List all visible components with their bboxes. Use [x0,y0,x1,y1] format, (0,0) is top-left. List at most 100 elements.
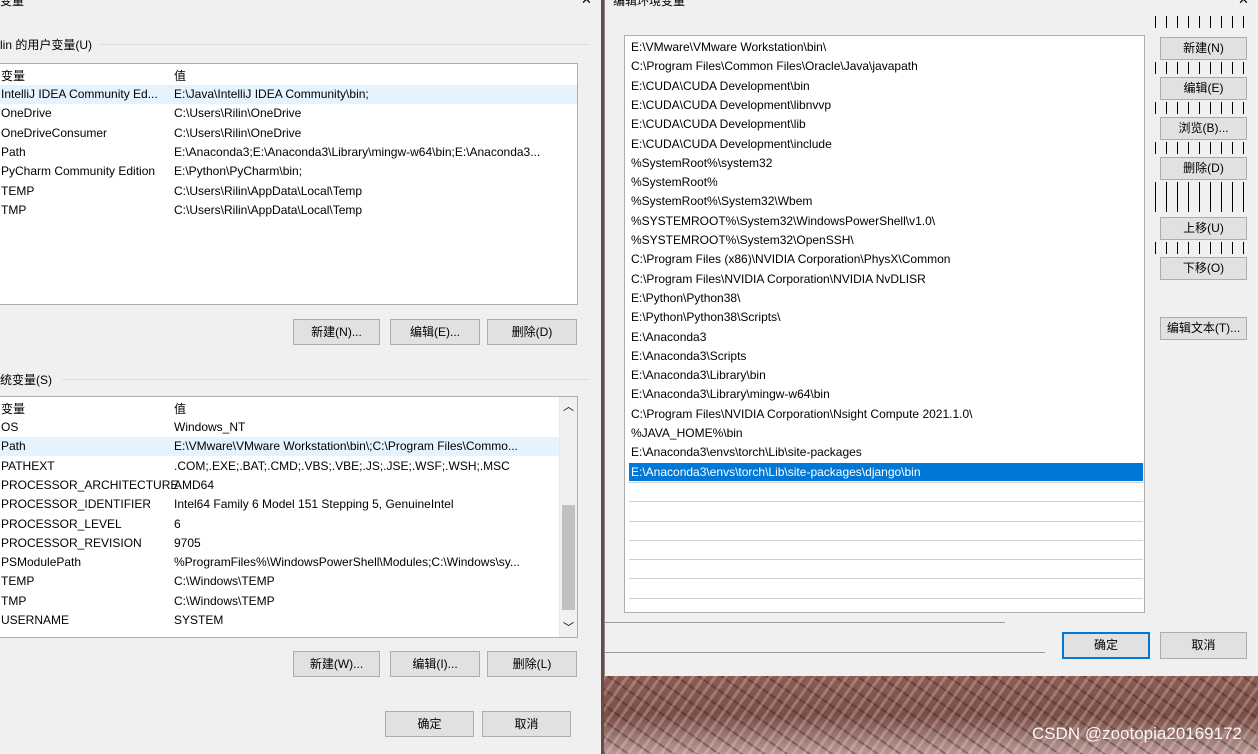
column-header-variable[interactable]: 变量 [1,67,25,84]
table-row[interactable]: PATHEXT .COM;.EXE;.BAT;.CMD;.VBS;.VBE;.JS… [0,457,559,476]
vertical-scrollbar[interactable]: ︿ ﹀ [559,397,577,637]
path-list-item[interactable]: E:\CUDA\CUDA Development\lib [629,115,1143,133]
table-row[interactable]: PROCESSOR_IDENTIFIER Intel64 Family 6 Mod… [0,495,559,514]
move-up-button[interactable]: 上移(U) [1160,217,1247,240]
variable-value-cell: C:\Users\Rilin\AppData\Local\Temp [174,202,363,217]
group-divider [100,44,590,45]
browse-button[interactable]: 浏览(B)... [1160,117,1247,140]
ok-button[interactable]: 确定 [385,711,474,737]
cancel-button[interactable]: 取消 [482,711,571,737]
scrollbar-thumb[interactable] [562,505,575,610]
path-list-item[interactable]: E:\Anaconda3\Library\bin [629,366,1143,384]
delete-path-button[interactable]: 删除(D) [1160,157,1247,180]
path-list-item[interactable]: %JAVA_HOME%\bin [629,424,1143,442]
path-list-item[interactable]: E:\Anaconda3\envs\torch\Lib\site-package… [629,443,1143,461]
path-list-item[interactable]: E:\Python\Python38\ [629,289,1143,307]
background-pattern [1155,16,1251,28]
ok-button[interactable]: 确定 [1062,632,1150,659]
background-pattern [1155,62,1251,74]
variable-name-cell: TMP [1,593,27,608]
path-list-item[interactable]: E:\Anaconda3\envs\torch\Lib\site-package… [629,462,1143,481]
variable-value-cell: C:\Users\Rilin\AppData\Local\Temp [174,183,363,198]
path-list-item[interactable]: E:\Anaconda3 [629,328,1143,346]
user-delete-button[interactable]: 删除(D) [487,319,577,345]
path-list-item[interactable]: E:\CUDA\CUDA Development\include [629,135,1143,153]
path-list-item[interactable]: C:\Program Files (x86)\NVIDIA Corporatio… [629,250,1143,268]
column-header-value[interactable]: 值 [174,400,186,417]
path-list-item[interactable]: E:\Python\Python38\Scripts\ [629,308,1143,326]
variable-name-cell: TEMP [1,183,35,198]
cancel-button[interactable]: 取消 [1160,632,1247,659]
close-icon[interactable]: ✕ [1238,0,1249,8]
path-list-item[interactable]: C:\Program Files\NVIDIA Corporation\Nsig… [629,405,1143,423]
table-row[interactable]: PROCESSOR_REVISION 9705 [0,534,559,553]
variable-value-cell: .COM;.EXE;.BAT;.CMD;.VBS;.VBE;.JS;.JSE;.… [174,458,510,473]
system-new-button[interactable]: 新建(W)... [293,651,380,677]
table-row[interactable]: IntelliJ IDEA Community Ed... E:\Java\Int… [0,85,577,104]
path-list-item[interactable]: %SystemRoot%\system32 [629,154,1143,172]
path-list-item[interactable]: %SystemRoot% [629,173,1143,191]
table-row[interactable]: Path E:\VMware\VMware Workstation\bin\;C:… [0,437,559,457]
table-row[interactable]: OneDrive C:\Users\Rilin\OneDrive [0,104,577,123]
move-down-button[interactable]: 下移(O) [1160,257,1247,280]
empty-row-divider [629,481,1143,483]
table-row[interactable]: TEMP C:\Users\Rilin\AppData\Local\Temp [0,182,577,201]
background-pattern [1155,102,1251,114]
path-list-item[interactable]: %SystemRoot%\System32\Wbem [629,192,1143,210]
path-list-item[interactable]: E:\Anaconda3\Scripts [629,347,1143,365]
user-edit-button[interactable]: 编辑(E)... [390,319,480,345]
new-path-button[interactable]: 新建(N) [1160,37,1247,60]
variable-value-cell: C:\Windows\TEMP [174,593,275,608]
variable-value-cell: E:\Python\PyCharm\bin; [174,164,303,179]
separator-line [605,652,1045,653]
close-icon[interactable]: ✕ [581,0,592,8]
variable-value-cell: AMD64 [174,477,215,492]
user-new-button[interactable]: 新建(N)... [293,319,380,345]
table-row[interactable]: PROCESSOR_ARCHITECTURE AMD64 [0,476,559,495]
table-row[interactable]: TEMP C:\Windows\TEMP [0,572,559,591]
variable-name-cell: Path [1,439,26,454]
table-row[interactable]: OS Windows_NT [0,418,559,437]
path-list-item[interactable]: E:\Anaconda3\Library\mingw-w64\bin [629,385,1143,403]
path-list-item[interactable]: E:\CUDA\CUDA Development\libnvvp [629,96,1143,114]
table-row[interactable]: Path E:\Anaconda3;E:\Anaconda3\Library\mi… [0,143,577,162]
variable-value-cell: E:\Java\IntelliJ IDEA Community\bin; [174,87,369,101]
variable-name-cell: PROCESSOR_REVISION [1,535,142,550]
watermark-text: CSDN @zootopia20169172 [1031,724,1242,743]
path-list-item[interactable]: %SYSTEMROOT%\System32\OpenSSH\ [629,231,1143,249]
user-variables-list[interactable]: 变量 值 IntelliJ IDEA Community Ed... E:\Jav… [0,63,578,305]
table-row[interactable]: PyCharm Community Edition E:\Python\PyCha… [0,162,577,181]
variable-name-cell: OneDrive [1,106,52,121]
table-row[interactable]: TMP C:\Users\Rilin\AppData\Local\Temp [0,201,577,220]
list-header: 变量 值 [0,397,559,416]
variable-value-cell: SYSTEM [174,613,224,627]
path-list[interactable]: E:\VMware\VMware Workstation\bin\ C:\Prog… [624,35,1145,613]
column-header-value[interactable]: 值 [174,67,186,84]
table-row[interactable]: PROCESSOR_LEVEL 6 [0,515,559,534]
edit-path-button[interactable]: 编辑(E) [1160,77,1247,100]
table-row[interactable]: OneDriveConsumer C:\Users\Rilin\OneDrive [0,124,577,143]
path-list-item[interactable]: E:\CUDA\CUDA Development\bin [629,77,1143,95]
background-pattern [1155,242,1251,254]
system-variables-list[interactable]: 变量 值 OS Windows_NT Path E:\VMware\VMware Wo… [0,396,578,638]
variable-name-cell: OS [1,420,19,434]
path-list-item[interactable]: C:\Program Files\Common Files\Oracle\Jav… [629,57,1143,75]
variable-name-cell: Path [1,144,26,159]
table-row[interactable]: USERNAME SYSTEM [0,611,559,630]
scroll-down-icon[interactable]: ﹀ [563,619,574,635]
variable-name-cell: TEMP [1,574,35,589]
scroll-up-icon[interactable]: ︿ [563,398,574,414]
table-row[interactable]: TMP C:\Windows\TEMP [0,592,559,611]
system-delete-button[interactable]: 删除(L) [487,651,577,677]
path-list-item[interactable]: E:\VMware\VMware Workstation\bin\ [629,38,1143,56]
user-variables-group-label: lin 的用户变量(U) [0,38,92,52]
table-row[interactable]: PSModulePath %ProgramFiles%\WindowsPowerS… [0,553,559,572]
system-edit-button[interactable]: 编辑(I)... [390,651,480,677]
path-list-item[interactable]: C:\Program Files\NVIDIA Corporation\NVID… [629,270,1143,288]
variable-name-cell: PSModulePath [1,555,82,570]
list-header: 变量 值 [0,64,577,83]
empty-row-divider [629,578,1143,580]
edit-text-button[interactable]: 编辑文本(T)... [1160,317,1247,340]
column-header-variable[interactable]: 变量 [1,400,25,417]
path-list-item[interactable]: %SYSTEMROOT%\System32\WindowsPowerShell\… [629,212,1143,230]
